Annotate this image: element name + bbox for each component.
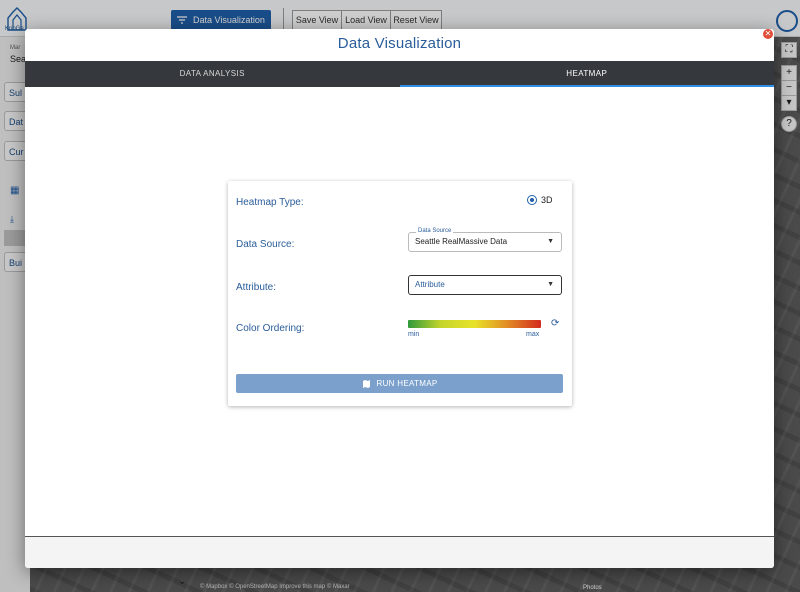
- attribute-placeholder: Attribute: [415, 280, 445, 289]
- run-heatmap-label: RUN HEATMAP: [376, 379, 438, 388]
- tab-heatmap[interactable]: HEATMAP: [399, 61, 775, 87]
- color-ordering-label: Color Ordering:: [236, 323, 305, 334]
- data-source-label: Data Source:: [236, 239, 295, 250]
- gradient-max-label: max: [526, 331, 540, 338]
- color-gradient-bar: [408, 320, 541, 328]
- close-icon[interactable]: ✕: [763, 29, 773, 39]
- caret-down-icon: ▼: [547, 238, 554, 245]
- heatmap-type-3d-radio[interactable]: [527, 195, 537, 205]
- data-source-select[interactable]: Data Source Seattle RealMassive Data ▼: [408, 227, 562, 252]
- map-icon: [362, 380, 370, 388]
- data-visualization-modal: Data Visualization ✕ DATA ANALYSIS HEATM…: [25, 29, 774, 568]
- data-source-value: Seattle RealMassive Data: [415, 237, 508, 246]
- attribute-select[interactable]: Attribute ▼: [408, 275, 562, 295]
- heatmap-type-label: Heatmap Type:: [236, 197, 304, 208]
- tab-bar: DATA ANALYSIS HEATMAP: [25, 61, 774, 87]
- attribute-label: Attribute:: [236, 282, 277, 293]
- modal-title: Data Visualization: [337, 35, 462, 52]
- data-source-legend: Data Source: [416, 227, 454, 235]
- run-heatmap-button[interactable]: RUN HEATMAP: [236, 374, 563, 393]
- reverse-order-icon[interactable]: ⟳: [551, 318, 559, 329]
- heatmap-settings-card: Heatmap Type: 3D Data Source: Data Sourc…: [228, 181, 572, 406]
- heatmap-type-3d-label[interactable]: 3D: [541, 195, 553, 205]
- tab-data-analysis[interactable]: DATA ANALYSIS: [25, 61, 400, 87]
- modal-footer: [25, 536, 774, 568]
- caret-down-icon: ▼: [547, 281, 554, 288]
- gradient-min-label: min: [408, 331, 420, 338]
